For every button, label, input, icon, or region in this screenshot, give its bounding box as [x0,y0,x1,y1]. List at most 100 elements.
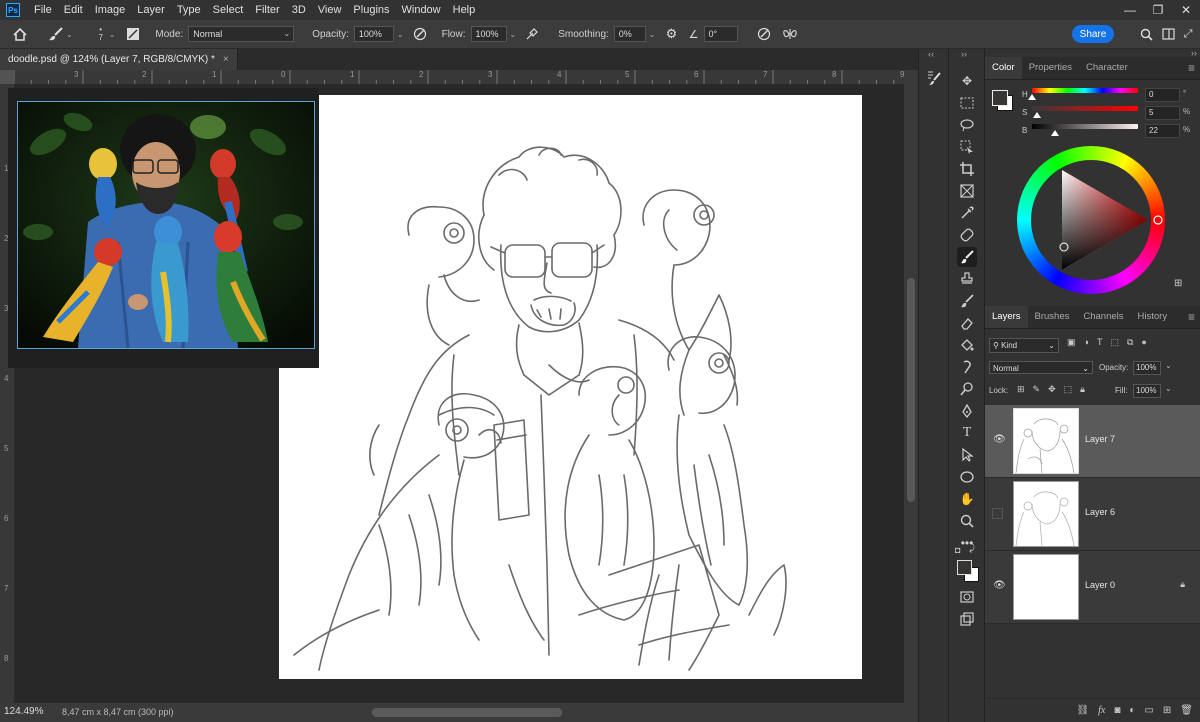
lock-transparent-icon[interactable]: ⊞ [1017,384,1025,395]
menu-3d[interactable]: 3D [286,0,312,20]
saturation-input[interactable]: 5 [1145,106,1180,120]
chevron-down-icon[interactable]: ⌄ [1165,384,1172,393]
foreground-color-swatch[interactable] [957,560,972,575]
dodge-tool-icon[interactable] [957,379,977,399]
swap-colors-icon[interactable]: ⤸ [969,543,975,554]
panel-menu-icon[interactable]: ≡ [1188,310,1195,324]
quick-mask-icon[interactable] [957,587,977,607]
expand-icon[interactable]: ⤢ [1178,24,1198,44]
brush-preset-icon[interactable] [46,24,66,44]
menu-view[interactable]: View [312,0,348,20]
paint-bucket-tool-icon[interactable] [957,335,977,355]
adjustment-layer-icon[interactable]: ◐ [1129,705,1135,716]
zoom-tool-icon[interactable] [957,511,977,531]
brush-settings-icon[interactable] [123,24,143,44]
tab-layers[interactable]: Layers [985,306,1028,328]
fill-input[interactable]: 100% [1133,384,1161,398]
vertical-scroll-thumb[interactable] [907,278,915,502]
search-icon[interactable] [1136,24,1156,44]
clone-stamp-tool-icon[interactable] [957,269,977,289]
tab-color[interactable]: Color [985,57,1022,79]
collapse-icon[interactable]: ‹‹ [928,49,934,59]
menu-layer[interactable]: Layer [131,0,171,20]
flow-input[interactable]: 100% [470,26,507,42]
layer-effects-icon[interactable]: fx [1098,705,1105,716]
chevron-down-icon[interactable]: ⌄ [1165,361,1172,370]
pen-tool-icon[interactable] [957,401,977,421]
history-brush-tool-icon[interactable] [957,291,977,311]
hue-slider[interactable] [1032,88,1138,93]
menu-filter[interactable]: Filter [249,0,285,20]
ellipse-tool-icon[interactable] [957,467,977,487]
layer-row[interactable]: 👁︎ Layer 7 [985,405,1200,478]
filter-toggle-icon[interactable]: ● [1141,337,1146,348]
default-colors-icon[interactable]: ◘ [955,545,960,555]
object-select-tool-icon[interactable] [957,137,977,157]
layer-name[interactable]: Layer 7 [1085,434,1115,444]
hand-tool-icon[interactable]: ✋ [957,489,977,509]
lock-all-icon[interactable]: 🔒︎ [1080,384,1085,395]
type-filter-icon[interactable]: T [1097,337,1103,348]
hue-input[interactable]: 0 [1145,88,1180,102]
lock-position-icon[interactable]: ✥ [1048,384,1056,395]
workspace-icon[interactable] [1158,24,1178,44]
marquee-tool-icon[interactable] [957,93,977,113]
close-tab-icon[interactable]: × [223,54,229,65]
minimize-button[interactable]: — [1116,0,1144,20]
menu-image[interactable]: Image [89,0,132,20]
gear-icon[interactable]: ⚙ [662,24,682,44]
eyedropper-tool-icon[interactable] [957,203,977,223]
lasso-tool-icon[interactable] [957,115,977,135]
menu-window[interactable]: Window [396,0,447,20]
tab-channels[interactable]: Channels [1076,306,1130,328]
airbrush-icon[interactable] [522,24,542,44]
menu-help[interactable]: Help [447,0,482,20]
layer-filter-select[interactable]: ⚲ Kind ⌄ [989,338,1059,353]
horizontal-scroll-thumb[interactable] [372,708,562,717]
blend-mode-select[interactable]: Normal ⌄ [989,361,1093,374]
angle-input[interactable]: 0° [703,26,738,42]
pressure-size-icon[interactable] [754,24,774,44]
foreground-swatch[interactable] [992,90,1008,106]
home-icon[interactable] [10,24,30,44]
close-window-button[interactable]: ✕ [1172,0,1200,20]
adjustment-filter-icon[interactable]: ◑ [1084,337,1089,348]
layer-opacity-input[interactable]: 100% [1133,361,1161,375]
image-filter-icon[interactable]: ▣ [1067,337,1076,348]
smudge-tool-icon[interactable] [957,357,977,377]
layer-row[interactable]: 👁︎ Layer 0 🔒︎ [985,551,1200,624]
frame-tool-icon[interactable] [957,181,977,201]
menu-file[interactable]: File [28,0,58,20]
type-tool-icon[interactable]: T [957,423,977,443]
share-button[interactable]: Share [1072,25,1114,43]
mode-select[interactable]: Normal ⌄ [188,26,295,42]
layer-name[interactable]: Layer 6 [1085,507,1115,517]
screen-mode-icon[interactable] [957,609,977,629]
smoothing-input[interactable]: 0% [613,26,646,42]
pressure-opacity-icon[interactable] [410,24,430,44]
chevron-down-icon[interactable]: ⌄ [510,30,517,39]
delete-layer-icon[interactable]: 🗑︎ [1180,705,1193,716]
menu-plugins[interactable]: Plugins [347,0,395,20]
tab-brushes[interactable]: Brushes [1028,306,1077,328]
hue-slider-knob[interactable] [1028,94,1036,100]
menu-type[interactable]: Type [171,0,207,20]
lock-artboard-icon[interactable]: ⬚ [1064,384,1073,395]
tab-properties[interactable]: Properties [1022,57,1079,79]
lock-paint-icon[interactable]: ✎ [1033,384,1041,395]
saturation-slider[interactable] [1032,106,1138,111]
maximize-button[interactable]: ❐ [1144,0,1172,20]
menu-select[interactable]: Select [207,0,250,20]
collapse-icon[interactable]: ›› [961,49,967,59]
opacity-input[interactable]: 100% [353,26,394,42]
color-wheel[interactable] [1017,146,1165,294]
document-tab[interactable]: doodle.psd @ 124% (Layer 7, RGB/8/CMYK) … [0,49,238,70]
visibility-eye-icon[interactable]: 👁︎ [993,580,1006,591]
smart-object-filter-icon[interactable]: ⧉ [1127,337,1133,348]
brush-panel-icon[interactable] [925,69,943,87]
zoom-level[interactable]: 124.49% [4,706,43,717]
add-swatch-icon[interactable]: ⊞ [1174,278,1182,289]
tab-history[interactable]: History [1131,306,1175,328]
layer-row[interactable]: Layer 6 [985,478,1200,551]
chevron-down-icon[interactable]: ⌄ [397,30,404,39]
